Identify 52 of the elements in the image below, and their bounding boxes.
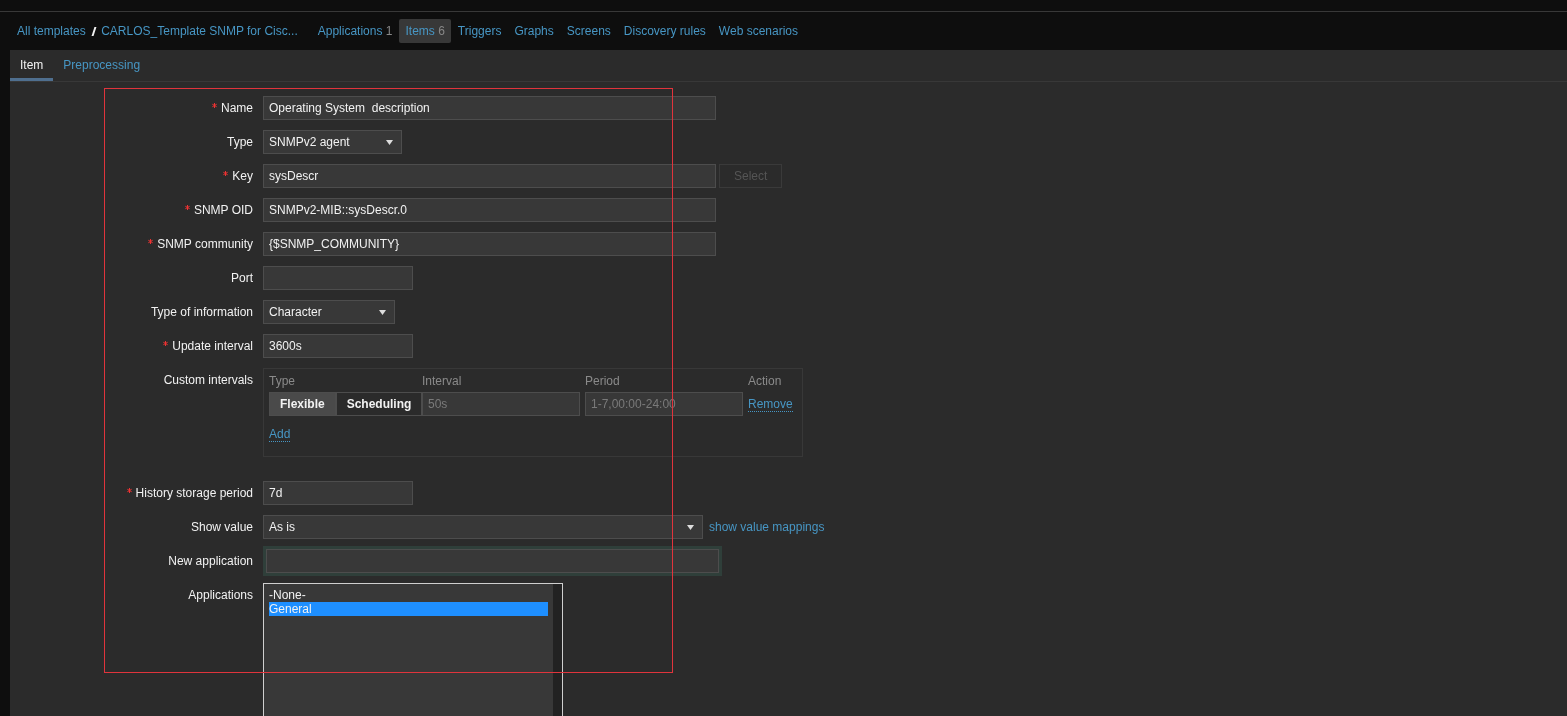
field-label: New application bbox=[168, 553, 253, 570]
nav-tab[interactable]: Items 6 bbox=[399, 19, 451, 43]
field-label: SNMP OID bbox=[193, 202, 253, 219]
form-tab[interactable]: Item bbox=[10, 50, 54, 81]
text-field[interactable] bbox=[263, 266, 413, 290]
dropdown[interactable]: As is bbox=[263, 515, 703, 539]
dropdown[interactable]: Character bbox=[263, 300, 395, 324]
field-label: Type of information bbox=[150, 304, 253, 321]
remove-link[interactable]: Remove bbox=[748, 396, 793, 412]
field-label: Applications bbox=[188, 587, 253, 604]
field-label: Update interval bbox=[172, 338, 253, 355]
value-mappings-link[interactable]: show value mappings bbox=[709, 520, 825, 534]
text-field[interactable]: Operating System description bbox=[263, 96, 716, 120]
interval-field[interactable]: 50s bbox=[422, 392, 580, 416]
column-header: Action bbox=[748, 374, 782, 388]
breadcrumb-separator bbox=[91, 26, 96, 36]
add-link[interactable]: Add bbox=[269, 427, 291, 442]
text-field[interactable]: {$SNMP_COMMUNITY} bbox=[263, 232, 716, 256]
column-header: Period bbox=[585, 374, 621, 388]
list-option[interactable]: -None- bbox=[269, 588, 548, 602]
caret-icon bbox=[386, 139, 393, 145]
nav-tab[interactable]: Triggers bbox=[451, 19, 508, 43]
field-label: History storage period bbox=[135, 485, 253, 502]
column-header: Interval bbox=[422, 374, 463, 388]
text-field[interactable]: 3600s bbox=[263, 334, 413, 358]
nav-tab[interactable]: Graphs bbox=[508, 19, 560, 43]
nav-tab[interactable]: Discovery rules bbox=[617, 19, 712, 43]
caret-icon bbox=[379, 309, 386, 315]
field-label: Key bbox=[232, 168, 253, 185]
text-field[interactable] bbox=[266, 549, 719, 573]
form-tab[interactable]: Preprocessing bbox=[53, 50, 151, 81]
breadcrumb-link[interactable]: All templates bbox=[17, 24, 86, 38]
breadcrumb-link[interactable]: CARLOS_Template SNMP for Cisc... bbox=[101, 24, 298, 38]
text-field[interactable]: sysDescr bbox=[263, 164, 716, 188]
field-label: Name bbox=[221, 100, 253, 117]
nav-tab[interactable]: Web scenarios bbox=[712, 19, 804, 43]
nav-tab[interactable]: Applications 1 bbox=[311, 19, 399, 43]
column-header: Type bbox=[269, 374, 296, 388]
caret-icon bbox=[687, 524, 694, 530]
list-box[interactable]: -None- General bbox=[263, 583, 563, 716]
mode-toggle[interactable]: Scheduling bbox=[335, 392, 423, 416]
field-label: Port bbox=[231, 270, 253, 287]
field-label: Custom intervals bbox=[163, 372, 253, 389]
dropdown[interactable]: SNMPv2 agent bbox=[263, 130, 402, 154]
field-label: SNMP community bbox=[157, 236, 253, 253]
field-label: Show value bbox=[190, 519, 253, 536]
field-label: Type bbox=[227, 134, 253, 151]
text-field[interactable]: 7d bbox=[263, 481, 413, 505]
nav-tab[interactable]: Screens bbox=[560, 19, 617, 43]
mode-toggle[interactable]: Flexible bbox=[269, 392, 336, 416]
scrollbar[interactable] bbox=[553, 584, 562, 716]
text-field[interactable]: SNMPv2-MIB::sysDescr.0 bbox=[263, 198, 716, 222]
